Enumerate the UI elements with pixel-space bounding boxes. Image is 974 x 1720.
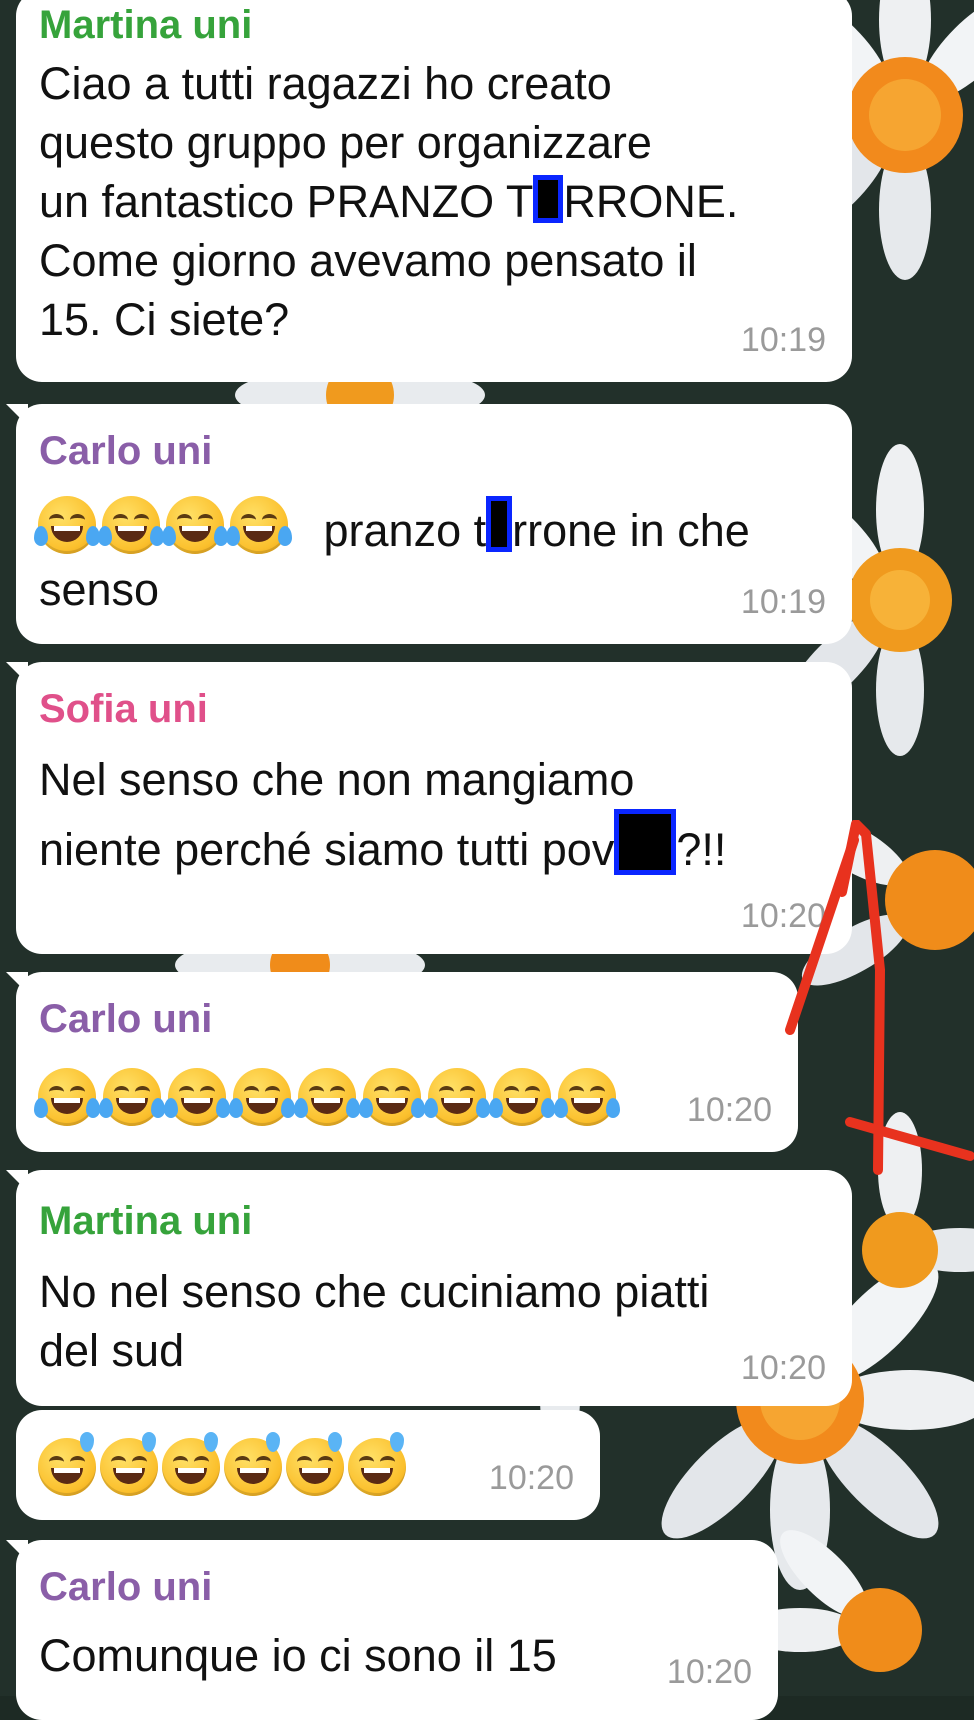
message-bubble[interactable]: Martina uni No nel senso che cuciniamo p… <box>6 1170 852 1406</box>
tears-of-joy-emoji <box>359 1068 425 1126</box>
message-text-part: pranzo t <box>311 505 487 556</box>
message-text: Nel senso che non mangiamo niente perché… <box>39 750 726 879</box>
red-number-one-annotation <box>785 820 974 1175</box>
message-text: Ciao a tutti ragazzi ho creato questo gr… <box>39 54 738 349</box>
emoji-row <box>34 1068 638 1128</box>
tears-of-joy-emoji <box>34 1068 100 1126</box>
message-bubble[interactable]: Carlo uni Comunque io ci sono il 15 10:2… <box>6 1540 778 1720</box>
redaction-box <box>486 496 513 552</box>
message-text: No nel senso che cuciniamo piatti del su… <box>39 1266 710 1376</box>
message-text-part: ?!! <box>676 824 727 875</box>
emoji-row <box>38 1432 438 1498</box>
message-time: 10:20 <box>488 1459 574 1497</box>
message-bubble[interactable]: Carlo uni pranzo t rrone in che senso 10:… <box>6 404 852 644</box>
message-bubble[interactable]: 10:20 <box>16 1410 600 1520</box>
tears-of-joy-emoji <box>99 1068 165 1126</box>
message-bubble[interactable]: Martina uni Ciao a tutti ragazzi ho crea… <box>16 0 852 382</box>
message-time: 10:20 <box>666 1653 752 1691</box>
message-bubble[interactable]: Carlo uni 10:20 <box>6 972 798 1152</box>
message-time: 10:19 <box>740 583 826 621</box>
message-time: 10:20 <box>740 1349 826 1387</box>
sender-name: Carlo uni <box>39 1565 213 1609</box>
grinning-sweat-emoji <box>348 1432 406 1496</box>
message-time: 10:20 <box>686 1091 772 1129</box>
redaction-box <box>533 175 564 223</box>
tears-of-joy-emoji <box>489 1068 555 1126</box>
tears-of-joy-emoji <box>164 1068 230 1126</box>
sender-name: Sofia uni <box>39 687 208 731</box>
tears-of-joy-emoji <box>424 1068 490 1126</box>
grinning-sweat-emoji <box>224 1432 282 1496</box>
grinning-sweat-emoji <box>38 1432 96 1496</box>
tears-of-joy-emoji <box>294 1068 360 1126</box>
message-text: pranzo t rrone in che senso <box>39 496 819 619</box>
sender-name: Martina uni <box>39 3 253 47</box>
message-time: 10:19 <box>740 321 826 359</box>
sender-name: Martina uni <box>39 1199 253 1243</box>
grinning-sweat-emoji <box>162 1432 220 1496</box>
redaction-box <box>614 809 677 875</box>
grinning-sweat-emoji <box>100 1432 158 1496</box>
tears-of-joy-emoji <box>229 1068 295 1126</box>
message-text: Comunque io ci sono il 15 <box>39 1630 557 1681</box>
grinning-sweat-emoji <box>286 1432 344 1496</box>
message-text-part: Nel senso che non mangiamo niente perché… <box>39 754 635 875</box>
sender-name: Carlo uni <box>39 997 213 1041</box>
message-bubble[interactable]: Sofia uni Nel senso che non mangiamo nie… <box>6 662 852 954</box>
tears-of-joy-emoji <box>554 1068 620 1126</box>
sender-name: Carlo uni <box>39 429 213 473</box>
